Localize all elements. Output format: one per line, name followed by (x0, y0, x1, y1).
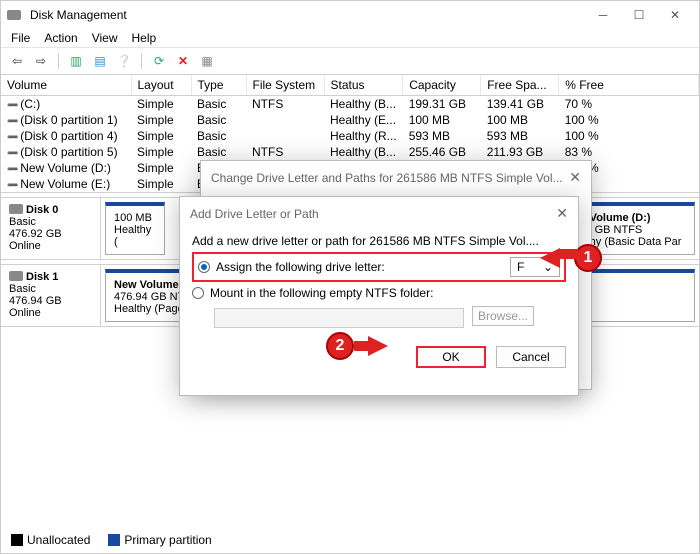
help-icon[interactable]: ❔ (114, 51, 134, 71)
col-layout[interactable]: Layout (131, 75, 191, 96)
drive-letter-select[interactable]: F ⌄ (510, 257, 560, 277)
disk-icon (9, 271, 23, 281)
app-icon (7, 8, 24, 22)
radio-mount-folder[interactable] (192, 287, 204, 299)
dlg2-ok-button[interactable]: OK (416, 346, 486, 368)
assign-letter-label: Assign the following drive letter: (216, 260, 385, 274)
col-type[interactable]: Type (191, 75, 246, 96)
radio-assign-letter[interactable] (198, 261, 210, 273)
col-fs[interactable]: File System (246, 75, 324, 96)
dlg2-cancel-button[interactable]: Cancel (496, 346, 566, 368)
menu-file[interactable]: File (11, 31, 30, 45)
view-split-icon[interactable]: ▥ (66, 51, 86, 71)
table-row[interactable]: (Disk 0 partition 4)SimpleBasicHealthy (… (1, 128, 699, 144)
forward-icon[interactable]: ⇨ (31, 51, 51, 71)
minimize-button[interactable]: ─ (585, 3, 621, 27)
col-capacity[interactable]: Capacity (403, 75, 481, 96)
menu-view[interactable]: View (92, 31, 118, 45)
swatch-primary (108, 534, 120, 546)
add-drive-letter-dialog: Add Drive Letter or Path ✕ Add a new dri… (179, 196, 579, 396)
properties-icon[interactable]: ▤ (90, 51, 110, 71)
col-pct[interactable]: % Free (559, 75, 699, 96)
dlg1-close-icon[interactable]: ✕ (569, 169, 581, 186)
dlg2-intro: Add a new drive letter or path for 26158… (192, 234, 566, 248)
disk0-label: Disk 0 Basic 476.92 GB Online (1, 198, 101, 259)
table-row[interactable]: (Disk 0 partition 5)SimpleBasicNTFSHealt… (1, 144, 699, 160)
col-status[interactable]: Status (324, 75, 403, 96)
dlg1-title: Change Drive Letter and Paths for 261586… (211, 171, 563, 185)
back-icon[interactable]: ⇦ (7, 51, 27, 71)
swatch-unallocated (11, 534, 23, 546)
close-button[interactable]: ✕ (657, 3, 693, 27)
ntfs-folder-input[interactable] (214, 308, 464, 328)
maximize-button[interactable]: ☐ (621, 3, 657, 27)
dlg2-title: Add Drive Letter or Path (190, 207, 319, 221)
window-title: Disk Management (30, 8, 127, 22)
chevron-down-icon: ⌄ (543, 260, 553, 274)
menubar: File Action View Help (1, 29, 699, 47)
delete-icon[interactable]: ✕ (173, 51, 193, 71)
mount-folder-label: Mount in the following empty NTFS folder… (210, 286, 433, 300)
table-row[interactable]: (Disk 0 partition 1)SimpleBasicHealthy (… (1, 112, 699, 128)
refresh-icon[interactable]: ⟳ (149, 51, 169, 71)
toolbar: ⇦ ⇨ ▥ ▤ ❔ ⟳ ✕ ▦ (1, 47, 699, 75)
browse-button[interactable]: Browse... (472, 306, 534, 326)
table-row[interactable]: (C:)SimpleBasicNTFSHealthy (B...199.31 G… (1, 96, 699, 113)
menu-action[interactable]: Action (44, 31, 77, 45)
col-free[interactable]: Free Spa... (481, 75, 559, 96)
titlebar: Disk Management ─ ☐ ✕ (1, 1, 699, 29)
dlg2-close-icon[interactable]: ✕ (556, 205, 568, 222)
disk-icon (9, 204, 23, 214)
disk1-label: Disk 1 Basic 476.94 GB Online (1, 265, 101, 326)
menu-help[interactable]: Help (132, 31, 157, 45)
settings-icon[interactable]: ▦ (197, 51, 217, 71)
col-volume[interactable]: Volume (1, 75, 131, 96)
assign-letter-highlight: Assign the following drive letter: F ⌄ (192, 252, 566, 282)
legend: Unallocated Primary partition (1, 527, 699, 553)
disk0-partition-0[interactable]: 100 MB Healthy ( (105, 202, 165, 255)
